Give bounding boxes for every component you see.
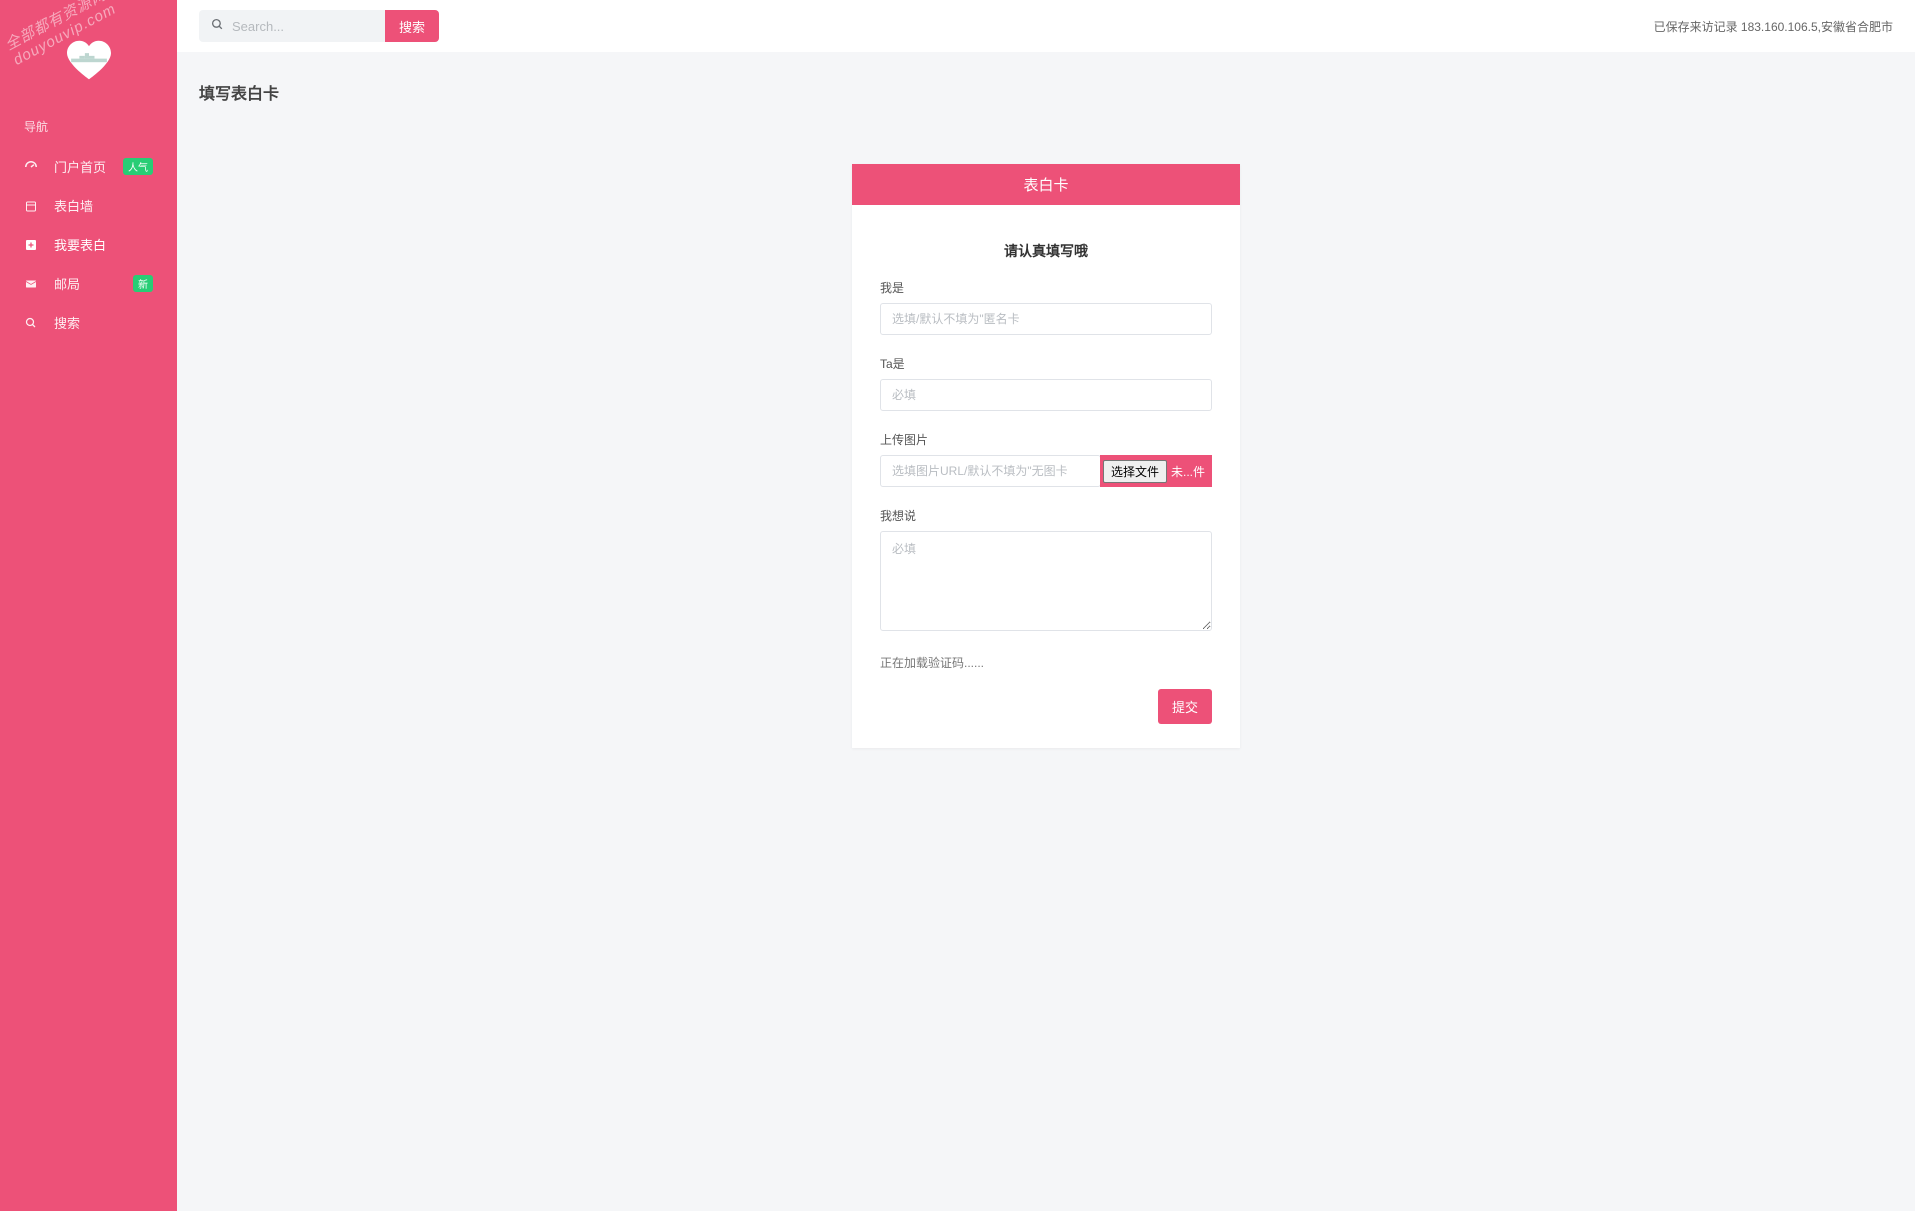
card-body: 请认真填写哦 我是 Ta是 上传图片 选择文件 未...件 (852, 205, 1240, 748)
badge-new: 新 (133, 275, 153, 292)
form-title: 请认真填写哦 (880, 241, 1212, 261)
search-icon (24, 316, 38, 330)
topbar: 搜索 已保存来访记录 183.160.106.5,安徽省合肥市 (177, 0, 1915, 52)
search-group: 搜索 (199, 10, 439, 42)
field-who-am-i: 我是 (880, 279, 1212, 335)
file-status: 未...件 (1171, 463, 1209, 480)
search-box[interactable] (199, 10, 385, 42)
mail-icon (24, 277, 38, 291)
page-title: 填写表白卡 (199, 80, 1893, 104)
textarea-message[interactable] (880, 531, 1212, 631)
content: 填写表白卡 表白卡 请认真填写哦 我是 Ta是 上传图片 (177, 52, 1915, 776)
sidebar-item-search[interactable]: 搜索 (0, 303, 177, 342)
heart-icon (67, 40, 111, 80)
input-who-is-ta[interactable] (880, 379, 1212, 411)
search-button[interactable]: 搜索 (385, 10, 439, 42)
submit-button[interactable]: 提交 (1158, 689, 1212, 724)
field-message: 我想说 (880, 507, 1212, 634)
search-input[interactable] (232, 19, 373, 34)
sidebar-item-portal[interactable]: 门户首页 人气 (0, 147, 177, 186)
confession-card: 表白卡 请认真填写哦 我是 Ta是 上传图片 选择文件 (852, 164, 1240, 748)
sidebar-item-label: 邮局 (54, 274, 80, 293)
badge-popular: 人气 (123, 158, 153, 175)
card-header: 表白卡 (852, 164, 1240, 205)
label-who-am-i: 我是 (880, 279, 1212, 296)
calendar-icon (24, 199, 38, 213)
sidebar-item-post[interactable]: 邮局 新 (0, 264, 177, 303)
label-who-is-ta: Ta是 (880, 355, 1212, 372)
field-upload: 上传图片 选择文件 未...件 (880, 431, 1212, 487)
file-input-group: 选择文件 未...件 (880, 455, 1212, 487)
field-who-is-ta: Ta是 (880, 355, 1212, 411)
sidebar-item-label: 我要表白 (54, 235, 106, 254)
nav-header: 导航 (0, 118, 177, 147)
sidebar: 全部都有资源网 douyouvip.com 导航 门户首页 人气 表白墙 (0, 0, 177, 1211)
submit-row: 提交 (880, 689, 1212, 724)
label-message: 我想说 (880, 507, 1212, 524)
input-image-url[interactable] (880, 455, 1101, 487)
dashboard-icon (24, 160, 38, 174)
label-upload: 上传图片 (880, 431, 1212, 448)
sidebar-item-label: 门户首页 (54, 157, 106, 176)
main: 搜索 已保存来访记录 183.160.106.5,安徽省合肥市 填写表白卡 表白… (177, 0, 1915, 1211)
sidebar-item-confess[interactable]: 我要表白 (0, 225, 177, 264)
plus-square-icon (24, 238, 38, 252)
sidebar-item-label: 搜索 (54, 313, 80, 332)
file-picker[interactable]: 选择文件 未...件 (1100, 455, 1212, 487)
choose-file-button[interactable]: 选择文件 (1103, 460, 1167, 483)
logo (0, 40, 177, 83)
sidebar-item-wall[interactable]: 表白墙 (0, 186, 177, 225)
captcha-loading: 正在加载验证码...... (880, 654, 1212, 671)
visitor-status: 已保存来访记录 183.160.106.5,安徽省合肥市 (1654, 18, 1893, 35)
search-icon (211, 18, 224, 34)
input-who-am-i[interactable] (880, 303, 1212, 335)
sidebar-item-label: 表白墙 (54, 196, 93, 215)
